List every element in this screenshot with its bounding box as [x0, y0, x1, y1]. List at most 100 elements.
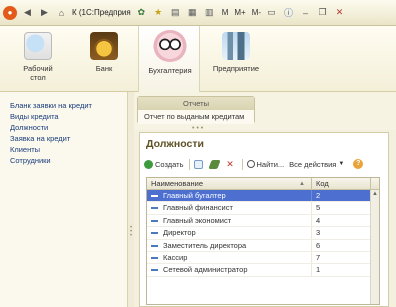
- section-bank[interactable]: Банк: [74, 32, 134, 73]
- row-name: Главный финансист: [163, 203, 233, 213]
- item-icon: [151, 244, 158, 247]
- item-icon: [151, 269, 158, 272]
- reports-panel: Отчеты Отчет по выданым кредитам: [137, 96, 255, 124]
- form-title: Должности: [146, 138, 204, 150]
- item-icon: [151, 195, 158, 198]
- section-label: Рабочий стол: [23, 64, 53, 82]
- delete-button[interactable]: ✕: [226, 158, 237, 169]
- row-name: Заместитель директора: [163, 240, 247, 250]
- bank-icon: [90, 32, 118, 60]
- info-icon[interactable]: ⓘ: [282, 6, 295, 19]
- header-corner: [370, 178, 379, 189]
- all-actions-button[interactable]: Все действия ▼: [289, 160, 344, 169]
- row-name: Главный экономист: [163, 215, 232, 225]
- nav-item-credit-request[interactable]: Заявка на кредит: [10, 133, 127, 144]
- add-icon: [144, 159, 153, 169]
- nav-item-employees[interactable]: Сотрудники: [10, 155, 127, 166]
- row-code: 7: [316, 252, 321, 262]
- close-icon[interactable]: ✕: [333, 6, 346, 19]
- table-scrollbar[interactable]: ▲: [370, 190, 379, 304]
- all-actions-label: Все действия: [289, 159, 337, 169]
- m-plus-button[interactable]: M+: [234, 8, 245, 17]
- positions-table: Наименование ▲ Код Главный бугалтер 2 Гл…: [146, 177, 380, 305]
- table-row[interactable]: Главный бугалтер 2: [147, 190, 379, 203]
- nav-item-positions[interactable]: Должности: [10, 122, 127, 133]
- row-code: 5: [316, 203, 321, 213]
- report-credits-link[interactable]: Отчет по выданым кредитам: [138, 110, 254, 124]
- table-row[interactable]: Главный финансист 5: [147, 202, 379, 215]
- row-code: 1: [316, 265, 321, 275]
- back-icon[interactable]: ◀: [21, 6, 34, 19]
- create-label: Создать: [155, 159, 184, 169]
- positions-form: Должности Создать ✕ Найти... Все действи…: [139, 132, 389, 307]
- column-header-name-label: Наименование: [151, 179, 203, 188]
- column-header-name[interactable]: Наименование ▲: [147, 178, 312, 189]
- toolbar-separator: [188, 158, 190, 170]
- calculator-icon[interactable]: ▥: [203, 6, 216, 19]
- item-icon: [151, 232, 158, 235]
- row-code: 2: [316, 191, 321, 200]
- help-icon: ?: [353, 159, 364, 169]
- desktop-icon: [24, 32, 52, 60]
- find-button[interactable]: Найти...: [246, 159, 285, 169]
- table-row[interactable]: Главный экономист 4: [147, 214, 379, 228]
- enterprise-icon: [222, 32, 250, 60]
- accounting-icon: [153, 30, 187, 62]
- m-minus-button[interactable]: M-: [252, 8, 261, 17]
- home-icon[interactable]: ⌂: [55, 6, 68, 19]
- m-button[interactable]: M: [222, 8, 229, 17]
- row-name: Директор: [163, 228, 196, 238]
- form-toolbar: Создать ✕ Найти... Все действия ▼ ?: [144, 157, 384, 171]
- section-label: Предприятие: [212, 64, 260, 73]
- table-header: Наименование ▲ Код: [147, 178, 379, 190]
- pencil-icon: [207, 159, 221, 169]
- copy-icon: [193, 159, 203, 169]
- forward-icon[interactable]: ▶: [38, 6, 51, 19]
- splitter-grip-icon: • • •: [130, 225, 133, 239]
- item-icon: [151, 219, 158, 222]
- favorites-icon[interactable]: ✿: [135, 6, 148, 19]
- restore-icon[interactable]: ❐: [316, 6, 329, 19]
- help-button[interactable]: ?: [353, 159, 364, 169]
- reports-title: Отчеты: [138, 97, 254, 110]
- row-code: 3: [316, 228, 321, 238]
- create-button[interactable]: Создать: [144, 159, 184, 169]
- screen-icon[interactable]: ▭: [265, 6, 278, 19]
- section-accounting[interactable]: Бухгалтерия: [140, 30, 200, 75]
- nav-item-credit-types[interactable]: Виды кредита: [10, 111, 127, 122]
- reports-area: Отчеты Отчет по выданым кредитам • • •: [134, 92, 396, 132]
- column-header-code[interactable]: Код: [312, 178, 370, 189]
- sort-icon: ▲: [299, 181, 305, 187]
- calendar-icon[interactable]: ▦: [186, 6, 199, 19]
- row-code: 4: [316, 215, 321, 225]
- nav-item-credit-form[interactable]: Бланк заявки на кредит: [10, 100, 127, 111]
- nav-item-clients[interactable]: Клиенты: [10, 144, 127, 155]
- document-icon[interactable]: ▤: [169, 6, 182, 19]
- chevron-down-icon: ▼: [338, 161, 345, 167]
- toolbar-separator: [241, 158, 243, 170]
- delete-icon: ✕: [226, 158, 234, 169]
- section-label: Бухгалтерия: [148, 66, 192, 75]
- copy-button[interactable]: [193, 159, 205, 169]
- table-row[interactable]: Директор 3: [147, 227, 379, 240]
- table-row[interactable]: Заместитель директора 6: [147, 239, 379, 252]
- row-name: Главный бугалтер: [163, 191, 226, 200]
- minimize-icon[interactable]: –: [299, 6, 312, 19]
- find-label: Найти...: [256, 159, 285, 169]
- section-label: Банк: [95, 64, 113, 73]
- star-icon[interactable]: ★: [152, 6, 165, 19]
- section-desktop[interactable]: Рабочий стол: [8, 32, 68, 82]
- table-row[interactable]: Кассир 7: [147, 251, 379, 265]
- app-logo-icon[interactable]: ●: [3, 5, 17, 20]
- row-code: 6: [316, 240, 321, 250]
- section-enterprise[interactable]: Предприятие: [206, 32, 266, 73]
- row-name: Кассир: [163, 252, 188, 262]
- reports-grip-icon[interactable]: • • •: [192, 125, 203, 132]
- title-bar: ● ◀ ▶ ⌂ К (1С:Предприя ✿ ★ ▤ ▦ ▥ M M+ M-…: [0, 0, 396, 26]
- item-icon: [151, 207, 158, 210]
- table-row[interactable]: Сетевой администратор 1: [147, 264, 379, 277]
- edit-button[interactable]: [207, 159, 221, 169]
- item-icon: [151, 256, 158, 259]
- navigation-panel: Бланк заявки на кредит Виды кредита Долж…: [0, 92, 128, 307]
- scroll-up-icon[interactable]: ▲: [371, 190, 379, 199]
